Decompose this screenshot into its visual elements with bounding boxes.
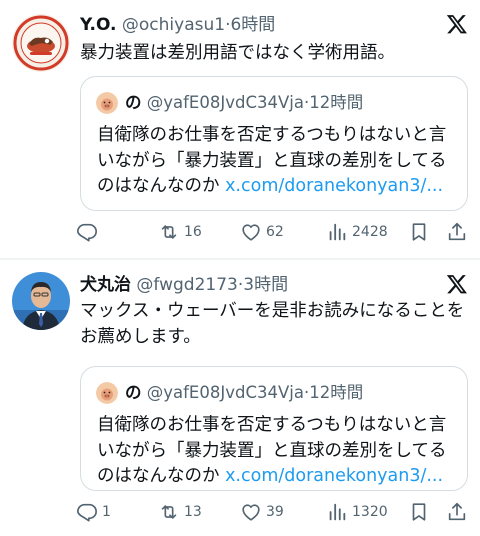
bookmark-icon [412, 223, 426, 241]
pig-avatar-icon [96, 382, 118, 404]
quote-header: の @yafE08JvdC34Vja·12時間 [125, 89, 457, 117]
reply-button[interactable] [76, 218, 102, 246]
bookmark-icon [412, 503, 426, 521]
views-count: 2428 [352, 224, 388, 240]
reply-count: 1 [102, 504, 111, 520]
views-icon [329, 223, 346, 241]
pig-avatar-icon [96, 92, 118, 114]
reply-button[interactable]: 1 [76, 498, 111, 526]
repost-icon [161, 225, 177, 239]
quote-link[interactable]: x.com/doranekonyan3/... [225, 466, 443, 486]
author-handle[interactable]: @ochiyasu1 [122, 15, 225, 35]
share-icon [448, 222, 466, 241]
avatar-logo-icon [12, 14, 70, 72]
quote-author-handle[interactable]: @yafE08JvdC34Vja [147, 93, 304, 112]
like-count: 62 [266, 224, 284, 240]
tweet[interactable]: Y.O. @ochiyasu1·6時間 暴力装置は差別用語ではなく学術用語。 の… [0, 0, 480, 258]
quote-text: 自衛隊のお仕事を否定するつもりはないと言いながら「暴力装置」と直球の差別をしてる… [97, 123, 455, 200]
like-icon [242, 504, 260, 521]
quote-author-name[interactable]: の [125, 93, 142, 112]
author-name[interactable]: 犬丸治 [80, 275, 131, 295]
share-button[interactable] [446, 498, 468, 526]
quote-tweet[interactable]: の @yafE08JvdC34Vja·12時間 自衛隊のお仕事を否定するつもりは… [80, 76, 468, 211]
quote-author-handle[interactable]: @yafE08JvdC34Vja [147, 383, 304, 402]
quote-tweet[interactable]: の @yafE08JvdC34Vja·12時間 自衛隊のお仕事を否定するつもりは… [80, 366, 468, 491]
repost-button[interactable]: 13 [158, 498, 202, 526]
tweet-header: Y.O. @ochiyasu1·6時間 [80, 12, 436, 38]
quote-header: の @yafE08JvdC34Vja·12時間 [125, 379, 457, 407]
quote-author-name[interactable]: の [125, 383, 142, 402]
quote-avatar[interactable] [96, 92, 118, 114]
views-count: 1320 [352, 504, 388, 520]
quote-time[interactable]: 12時間 [309, 93, 363, 112]
quote-avatar[interactable] [96, 382, 118, 404]
x-logo-icon [446, 275, 467, 294]
tweet-text: 暴力装置は差別用語ではなく学術用語。 [80, 43, 395, 63]
tweet-time[interactable]: 6時間 [230, 15, 275, 35]
like-button[interactable]: 62 [240, 218, 284, 246]
repost-button[interactable]: 16 [158, 218, 202, 246]
avatar-photo-icon [12, 272, 70, 330]
share-icon [448, 502, 466, 521]
avatar[interactable] [12, 272, 70, 330]
quote-link[interactable]: x.com/doranekonyan3/... [225, 176, 443, 196]
action-bar: 16 62 2428 [76, 218, 470, 246]
tweet-text: マックス・ウェーバーを是非お読みになることをお薦めします。 [80, 301, 465, 347]
tweet-time[interactable]: 3時間 [243, 275, 288, 295]
repost-count: 13 [184, 504, 202, 520]
author-handle[interactable]: @fwgd2173 [136, 275, 237, 295]
reply-icon [77, 223, 97, 242]
views-button[interactable]: 1320 [326, 498, 388, 526]
like-button[interactable]: 39 [240, 498, 284, 526]
avatar[interactable] [12, 14, 70, 72]
like-icon [242, 224, 260, 241]
quote-time[interactable]: 12時間 [309, 383, 363, 402]
tweet[interactable]: 犬丸治 @fwgd2173·3時間 マックス・ウェーバーを是非お読みになることを… [0, 260, 480, 536]
reply-icon [77, 503, 97, 522]
share-button[interactable] [446, 218, 468, 246]
tweet-header: 犬丸治 @fwgd2173·3時間 [80, 272, 436, 298]
repost-count: 16 [184, 224, 202, 240]
action-bar: 1 13 39 1320 [76, 498, 470, 526]
bookmark-button[interactable] [408, 498, 430, 526]
x-logo-icon [446, 15, 467, 34]
views-button[interactable]: 2428 [326, 218, 388, 246]
views-icon [329, 503, 346, 521]
repost-icon [161, 505, 177, 519]
quote-text: 自衛隊のお仕事を否定するつもりはないと言いながら「暴力装置」と直球の差別をしてる… [97, 413, 455, 490]
bookmark-button[interactable] [408, 218, 430, 246]
like-count: 39 [266, 504, 284, 520]
author-name[interactable]: Y.O. [80, 15, 117, 35]
